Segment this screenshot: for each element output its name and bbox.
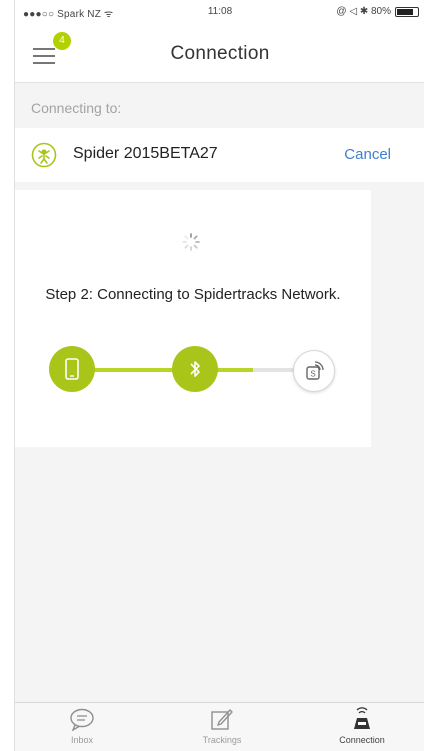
battery-label: @ ◁ ✱ 80% bbox=[336, 6, 391, 17]
status-icons: @ ◁ ✱ 80% bbox=[336, 6, 419, 17]
step-network-node: S bbox=[293, 350, 335, 392]
battery-icon bbox=[395, 6, 419, 17]
tab-label: Connection bbox=[339, 735, 385, 745]
edit-icon bbox=[211, 709, 233, 730]
status-bar: ●●●○○ Spark NZ ᯤ 11:08 @ ◁ ✱ 80% bbox=[15, 0, 424, 26]
progress-line-partial bbox=[213, 368, 253, 372]
app-screen: ●●●○○ Spark NZ ᯤ 11:08 @ ◁ ✱ 80% 4 Conne… bbox=[14, 0, 424, 751]
tab-connection[interactable]: Connection bbox=[307, 707, 417, 745]
page-title: Connection bbox=[170, 43, 270, 64]
bluetooth-icon bbox=[190, 361, 200, 377]
tab-bar: Inbox Trackings Connection bbox=[15, 702, 424, 751]
tab-inbox[interactable]: Inbox bbox=[27, 707, 137, 745]
chat-icon bbox=[70, 708, 94, 731]
connecting-label: Connecting to: bbox=[31, 100, 122, 116]
smartphone-icon bbox=[65, 358, 79, 380]
spider-device-icon bbox=[354, 707, 370, 729]
step-bluetooth-node bbox=[172, 346, 218, 392]
spider-logo-icon bbox=[31, 142, 57, 168]
loading-spinner-icon bbox=[182, 233, 200, 251]
device-name: Spider 2015BETA27 bbox=[73, 145, 218, 162]
network-device-icon: S bbox=[306, 361, 324, 380]
navigation-bar: 4 Connection bbox=[15, 26, 424, 83]
connection-progress-card: Step 2: Connecting to Spidertracks Netwo… bbox=[15, 190, 371, 447]
tab-trackings[interactable]: Trackings bbox=[167, 707, 277, 745]
svg-text:S: S bbox=[310, 370, 315, 379]
step-phone-node bbox=[49, 346, 95, 392]
device-row: Spider 2015BETA27 Cancel bbox=[15, 128, 424, 182]
step-status-text: Step 2: Connecting to Spidertracks Netwo… bbox=[45, 286, 341, 303]
tab-label: Trackings bbox=[202, 735, 242, 745]
tab-label: Inbox bbox=[70, 735, 94, 745]
cancel-button[interactable]: Cancel bbox=[344, 146, 391, 163]
